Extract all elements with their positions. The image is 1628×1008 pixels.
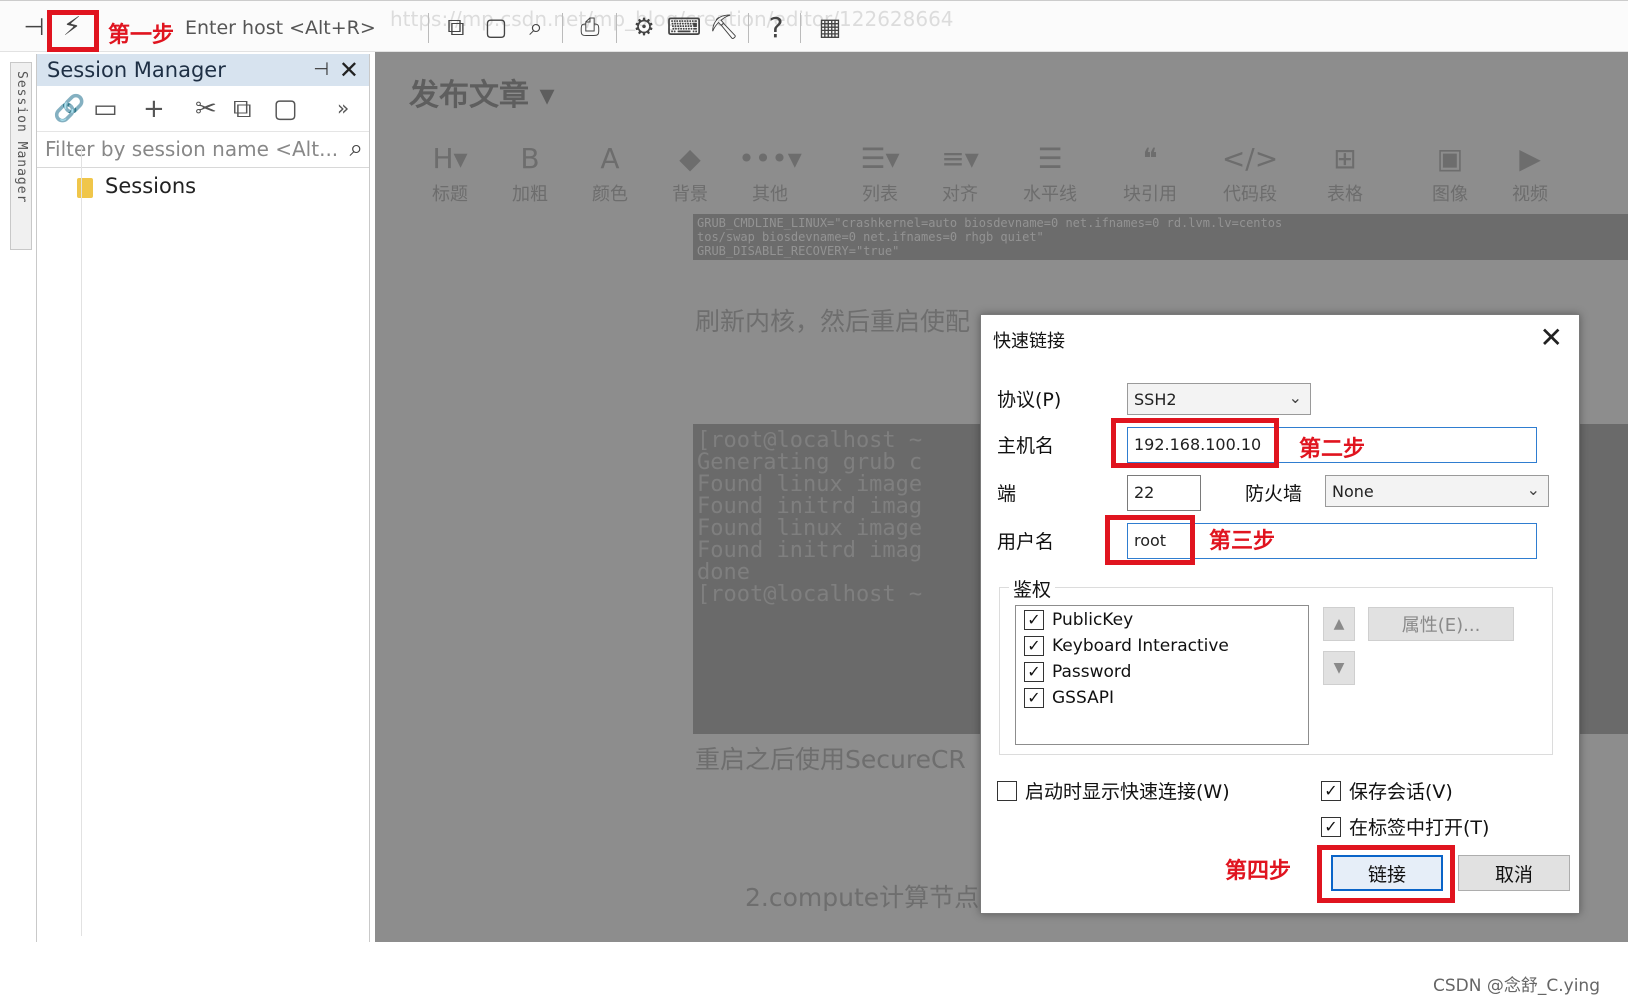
editor-tool: ☰▾ 列表 [860, 142, 900, 205]
cut-icon[interactable]: ✂ [195, 94, 217, 124]
step2-highlight [1111, 418, 1279, 468]
properties-button[interactable]: 属性(E)... [1368, 607, 1514, 641]
csdn-watermark: CSDN @念舒_C.ying [1433, 976, 1600, 996]
connect-link-icon[interactable]: 🔗 [53, 94, 85, 124]
step4-highlight [1317, 845, 1455, 903]
folder-icon [77, 178, 93, 198]
pin-icon[interactable]: ⊣ [313, 59, 329, 80]
editor-title: 发布文章 ▾ [409, 78, 555, 113]
step3-highlight [1105, 515, 1195, 565]
show-on-startup-option[interactable]: 启动时显示快速连接(W) [997, 777, 1230, 804]
auth-item-publickey[interactable]: ✓ PublicKey [1024, 610, 1133, 630]
checkbox-unchecked-icon[interactable] [997, 780, 1017, 801]
help-icon[interactable]: ? [762, 11, 790, 44]
paragraph-compute-node: 2.compute计算节点 [745, 883, 980, 912]
step2-label: 第二步 [1299, 437, 1366, 462]
open-in-tab-option[interactable]: ✓ 在标签中打开(T) [1321, 813, 1489, 840]
paragraph-after-reboot: 重启之后使用SecureCR [695, 745, 966, 774]
step1-label: 第一步 [108, 23, 175, 48]
copy-icon[interactable]: ⧉ [442, 13, 470, 41]
chevron-down-icon: ⌄ [1288, 388, 1302, 407]
connect-tab-icon[interactable]: ▭ [93, 94, 118, 124]
host-input[interactable]: Enter host <Alt+R> [185, 17, 376, 39]
port-label: 端 [997, 483, 1017, 505]
find-icon[interactable]: ⌕ [522, 13, 550, 41]
protocol-label: 协议(P) [997, 389, 1062, 411]
editor-tool: H▾ 标题 [432, 142, 468, 205]
move-up-button[interactable]: ▲ [1323, 607, 1355, 641]
dialog-title: 快速链接 [993, 331, 1065, 352]
editor-tool: •••▾ 其他 [738, 142, 802, 205]
auth-item-gssapi[interactable]: ✓ GSSAPI [1024, 688, 1114, 708]
new-session-icon[interactable]: + [143, 94, 165, 124]
editor-tool: ≡▾ 对齐 [941, 142, 979, 205]
paste-icon[interactable]: ▢ [482, 13, 510, 41]
close-icon[interactable]: ✕ [339, 56, 359, 84]
quick-connect-dialog: 快速链接 ✕ 协议(P) SSH2 ⌄ 主机名 192.168.100.10 第… [980, 314, 1580, 914]
editor-tool: </> 代码段 [1221, 142, 1279, 205]
checkbox-checked-icon[interactable]: ✓ [1321, 780, 1341, 801]
session-manager-panel: Session Manager ⊣ ✕ 🔗 ▭ + ✂ ⧉ ▢ » Filter… [36, 54, 370, 942]
editor-tool: ▣ 图像 [1432, 142, 1468, 205]
move-down-button[interactable]: ▼ [1323, 651, 1355, 685]
paste-session-icon[interactable]: ▢ [273, 94, 298, 124]
print-icon[interactable]: ⎙ [576, 13, 604, 41]
chevron-down-icon: ⌄ [1526, 480, 1540, 499]
session-manager-toolbar: 🔗 ▭ + ✂ ⧉ ▢ » [37, 86, 369, 132]
session-filter-placeholder: Filter by session name <Alt... [45, 137, 339, 161]
editor-tool: ☰ 水平线 [1023, 142, 1077, 205]
firewall-label: 防火墙 [1245, 483, 1303, 505]
step3-label: 第三步 [1209, 529, 1276, 554]
rail-label: Session Manager [14, 71, 29, 204]
auth-label: 鉴权 [1009, 575, 1056, 602]
search-icon[interactable]: ⌕ [350, 134, 363, 162]
editor-tool: ◆ 背景 [672, 142, 708, 205]
checkbox-checked-icon[interactable]: ✓ [1024, 662, 1044, 682]
checkbox-checked-icon[interactable]: ✓ [1321, 816, 1341, 837]
firewall-select[interactable]: None ⌄ [1325, 475, 1549, 507]
auth-item-password[interactable]: ✓ Password [1024, 662, 1131, 682]
editor-toolbar: H▾ 标题 B 加粗 A 颜色 ◆ 背景 •••▾ 其他 ☰▾ 列表 ≡▾ 对齐 ☰ 水平线 ❝… [415, 142, 1615, 212]
checkbox-checked-icon[interactable]: ✓ [1024, 688, 1044, 708]
auth-item-keyboard-interactive[interactable]: ✓ Keyboard Interactive [1024, 636, 1229, 656]
copy-session-icon[interactable]: ⧉ [233, 94, 252, 125]
main-toolbar: https://mp.csdn.net/mp_blog/creation/edi… [0, 0, 1628, 52]
auth-method-list: ✓ PublicKey ✓ Keyboard Interactive ✓ Pas… [1015, 605, 1309, 745]
editor-tool: ▶ 视频 [1512, 142, 1548, 205]
checkbox-checked-icon[interactable]: ✓ [1024, 610, 1044, 630]
step1-highlight [47, 10, 99, 52]
editor-tool: A 颜色 [592, 142, 628, 205]
editor-tool: ❝ 块引用 [1123, 142, 1177, 205]
settings-gear-icon[interactable]: ⚙ [630, 13, 658, 41]
keymap-icon[interactable]: ⌨ [667, 13, 702, 41]
username-label: 用户名 [997, 531, 1055, 553]
step4-label: 第四步 [1225, 859, 1292, 884]
checkbox-checked-icon[interactable]: ✓ [1024, 636, 1044, 656]
editor-tool: B 加粗 [512, 142, 548, 205]
code-block-top: GRUB_CMDLINE_LINUX="crashkernel=auto bio… [693, 214, 1628, 260]
sftp-icon[interactable]: ⛏ [709, 13, 739, 41]
save-session-option[interactable]: ✓ 保存会话(V) [1321, 777, 1453, 804]
screen-icon[interactable]: ▦ [816, 13, 844, 41]
cancel-button[interactable]: 取消 [1458, 855, 1570, 891]
port-input[interactable]: 22 [1127, 475, 1201, 511]
hostname-label: 主机名 [997, 435, 1055, 457]
session-filter-input[interactable]: Filter by session name <Alt... ⌕ [37, 132, 369, 168]
session-manager-rail-tab[interactable]: Session Manager [10, 62, 32, 250]
protocol-select[interactable]: SSH2 ⌄ [1127, 383, 1311, 415]
session-manager-header: Session Manager ⊣ ✕ [37, 54, 369, 86]
session-manager-title: Session Manager [47, 58, 226, 82]
dialog-close-icon[interactable]: ✕ [1540, 321, 1563, 354]
session-tree-icon[interactable]: ⊣ [20, 13, 48, 41]
editor-tool: ⊞ 表格 [1327, 142, 1363, 205]
tree-item-sessions[interactable]: Sessions [105, 174, 196, 198]
paragraph-refresh-kernel: 刷新内核，然后重启使配 [695, 307, 971, 336]
more-chevron-icon[interactable]: » [337, 96, 349, 120]
